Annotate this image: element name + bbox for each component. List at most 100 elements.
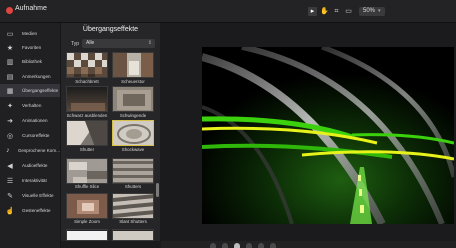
shutters-preview bbox=[113, 159, 153, 183]
shuffle-slice-preview bbox=[67, 159, 107, 183]
speaker-icon: ◀ bbox=[7, 162, 13, 170]
checkerboard-preview bbox=[67, 53, 107, 77]
timeline-strip bbox=[161, 241, 456, 248]
sidebar-item-cursoreffekte[interactable]: ◎ Cursoreffekte bbox=[0, 129, 60, 142]
app-title: Aufnahme bbox=[15, 5, 47, 12]
transition-thumbnail-schachbrett[interactable] bbox=[66, 52, 108, 78]
hand-icon[interactable]: ✋ bbox=[320, 7, 329, 16]
microphone-icon: ♪ bbox=[6, 147, 10, 154]
swing-preview bbox=[113, 87, 153, 111]
transition-thumbnail[interactable] bbox=[66, 229, 108, 241]
transition-caption: Shuffle Slice bbox=[74, 184, 100, 189]
gesture-icon: ☝ bbox=[5, 207, 15, 215]
wand-icon: ✎ bbox=[7, 192, 13, 200]
sidebar-item-label: Favoriten bbox=[22, 45, 42, 50]
sidebar-item-label: Verhalten bbox=[22, 103, 42, 108]
panel-title: Übergangseffekte bbox=[82, 26, 139, 33]
transition-thumbnail-shuffle-slice[interactable] bbox=[66, 158, 108, 184]
transition-thumbnail-shutters[interactable] bbox=[112, 158, 154, 184]
interactivity-icon: ☰ bbox=[6, 177, 14, 185]
door-preview bbox=[113, 53, 153, 77]
transition-caption: Schwarz ausblenden bbox=[66, 113, 108, 118]
chevron-updown-icon: ⇕ bbox=[147, 40, 152, 46]
canvas-toolbar: ▸ ✋ ⌗ ▭ 50% ▾ bbox=[308, 6, 385, 16]
sidebar-item-label: Visuelle Effekte bbox=[22, 193, 54, 198]
sidebar-item-bibliothek[interactable]: ▥ Bibliothek bbox=[0, 55, 60, 68]
transition-caption: Schwingende bbox=[119, 113, 147, 118]
zoom-select[interactable]: 50% ▾ bbox=[359, 6, 385, 16]
transition-caption: Simple Zoom bbox=[74, 219, 100, 224]
chevron-down-icon: ▾ bbox=[378, 7, 381, 14]
type-value: Alle bbox=[86, 40, 95, 46]
shockwave-preview bbox=[113, 121, 153, 145]
sidebar-item-gesteneffekte[interactable]: ☝ Gesteneffekte bbox=[0, 204, 60, 217]
type-label: Typ bbox=[71, 41, 80, 47]
white-preview bbox=[67, 231, 107, 240]
transition-thumbnail-slant-shutters[interactable] bbox=[112, 193, 154, 219]
sidebar-item-medien[interactable]: ▭ Medien bbox=[0, 27, 60, 40]
playback-button[interactable] bbox=[246, 243, 252, 248]
sidebar-item-label: Cursoreffekte bbox=[22, 133, 50, 138]
library-icon: ▥ bbox=[6, 58, 14, 66]
sidebar: ▭ Medien ★ Favoriten ▥ Bibliothek ▤ Anme… bbox=[0, 23, 61, 248]
title-bar: Aufnahme ▸ ✋ ⌗ ▭ 50% ▾ bbox=[0, 0, 456, 23]
transition-icon: ▦ bbox=[6, 87, 14, 95]
crop-icon[interactable]: ⌗ bbox=[332, 7, 341, 16]
transition-thumbnail-shockwave[interactable] bbox=[112, 120, 154, 146]
zoom-value: 50% bbox=[363, 7, 376, 14]
transitions-panel: Übergangseffekte Typ Alle ⇕ Schachbrett … bbox=[61, 23, 160, 241]
sidebar-item-gesprochene-kommentare[interactable]: ♪ Gesprochene Kom... bbox=[0, 144, 60, 157]
transition-thumbnail-simple-zoom[interactable] bbox=[66, 193, 108, 219]
transition-thumbnail-schwingende[interactable] bbox=[112, 86, 154, 112]
pointer-icon[interactable]: ▸ bbox=[308, 6, 317, 16]
sidebar-item-anmerkungen[interactable]: ▤ Anmerkungen bbox=[0, 70, 60, 83]
playback-button[interactable] bbox=[258, 243, 264, 248]
sidebar-item-favoriten[interactable]: ★ Favoriten bbox=[0, 41, 60, 54]
sidebar-item-visuelle-effekte[interactable]: ✎ Visuelle Effekte bbox=[0, 189, 60, 202]
playback-button[interactable] bbox=[270, 243, 276, 248]
canvas[interactable] bbox=[202, 47, 454, 224]
fade-black-preview bbox=[67, 87, 107, 111]
cursor-icon: ◎ bbox=[6, 132, 14, 140]
simple-zoom-preview bbox=[67, 194, 107, 218]
animation-icon: ➜ bbox=[7, 117, 13, 125]
shockwave-frame bbox=[202, 47, 454, 224]
sidebar-item-audioeffekte[interactable]: ◀ Audioeffekte bbox=[0, 159, 60, 172]
sidebar-item-verhalten[interactable]: ✦ Verhalten bbox=[0, 99, 60, 112]
sidebar-item-label: Übergangseffekte bbox=[22, 88, 59, 93]
fit-icon[interactable]: ▭ bbox=[344, 7, 353, 16]
play-icon[interactable] bbox=[234, 243, 240, 248]
slant-shutters-preview bbox=[113, 194, 153, 218]
scrollbar[interactable] bbox=[156, 183, 159, 197]
sidebar-item-animationen[interactable]: ➜ Animationen bbox=[0, 114, 60, 127]
behavior-icon: ✦ bbox=[7, 102, 13, 110]
sidebar-item-label: Medien bbox=[22, 31, 38, 36]
sidebar-item-uebergangseffekte[interactable]: ▦ Übergangseffekte bbox=[0, 84, 60, 97]
sidebar-item-label: Gesteneffekte bbox=[22, 208, 51, 213]
record-icon bbox=[6, 7, 13, 14]
sidebar-item-label: Bibliothek bbox=[22, 59, 42, 64]
film-icon: ▭ bbox=[6, 30, 14, 38]
transition-caption: Shutter bbox=[79, 147, 95, 152]
playback-button[interactable] bbox=[210, 243, 216, 248]
transition-thumbnail-schwarz-ausblenden[interactable] bbox=[66, 86, 108, 112]
playback-button[interactable] bbox=[222, 243, 228, 248]
type-select[interactable]: Alle ⇕ bbox=[82, 39, 155, 48]
transition-thumbnail-shutter[interactable] bbox=[66, 120, 108, 146]
star-icon: ★ bbox=[6, 44, 14, 52]
transition-caption: Shutters bbox=[124, 184, 142, 189]
sidebar-item-label: Anmerkungen bbox=[22, 74, 51, 79]
sidebar-item-label: Audioeffekte bbox=[22, 163, 48, 168]
transition-caption: Schachbrett bbox=[75, 79, 99, 84]
grey-preview bbox=[113, 231, 153, 240]
transition-thumbnail-scheuerstor[interactable] bbox=[112, 52, 154, 78]
transition-caption: Slant Shutters bbox=[119, 219, 147, 224]
sidebar-item-interaktivitaet[interactable]: ☰ Interaktivität bbox=[0, 174, 60, 187]
sidebar-item-label: Gesprochene Kom... bbox=[17, 148, 60, 153]
sidebar-item-label: Animationen bbox=[22, 118, 48, 123]
shutter-preview bbox=[67, 121, 107, 145]
annotation-icon: ▤ bbox=[6, 73, 14, 81]
sidebar-item-label: Interaktivität bbox=[22, 178, 47, 183]
transition-thumbnail[interactable] bbox=[112, 229, 154, 241]
transition-caption: Scheuerstor bbox=[121, 79, 145, 84]
